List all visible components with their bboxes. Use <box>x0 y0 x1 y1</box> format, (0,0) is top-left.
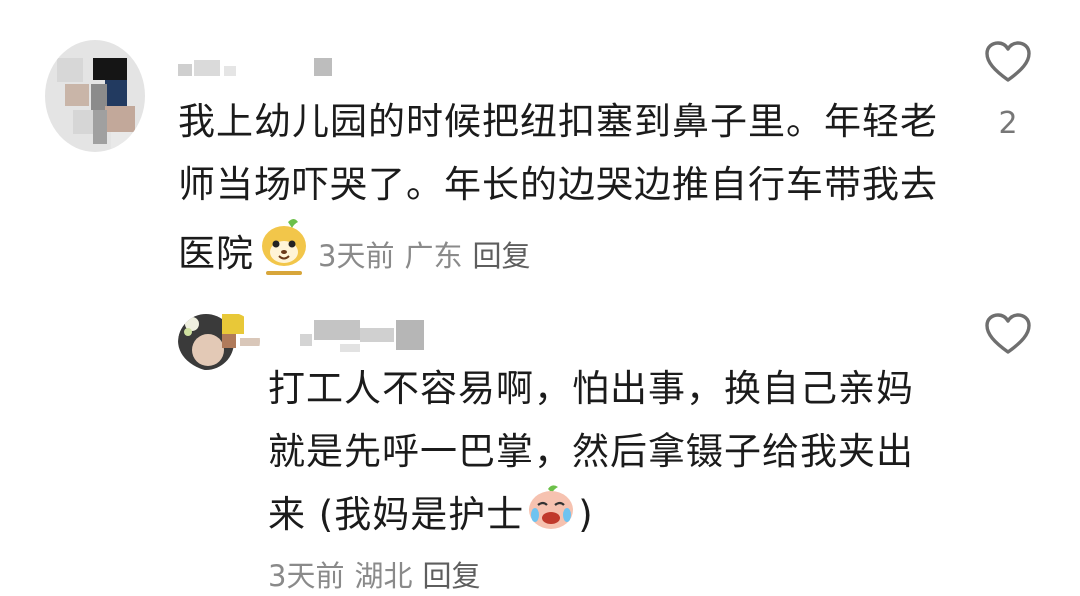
heart-outline-icon <box>985 313 1031 354</box>
crying-laugh-emoji <box>526 483 576 550</box>
blurred-avatar-icon <box>178 310 260 372</box>
reply-meta: 3天前 湖北 回复 <box>268 556 490 596</box>
heart-outline-icon <box>985 41 1031 82</box>
like-button[interactable] <box>978 312 1038 360</box>
like-count: 2 <box>998 106 1018 141</box>
comment-location: 广东 <box>404 239 463 273</box>
comment-text: 我上幼儿园的时候把纽扣塞到鼻子里。年轻老师当场吓哭了。年长的边哭边推自行车带我去… <box>178 90 938 295</box>
blurred-avatar-icon <box>45 40 145 152</box>
like-button[interactable]: 2 <box>978 40 1038 141</box>
comment-meta: 3天前 广东 回复 <box>318 239 540 273</box>
avatar[interactable] <box>178 310 260 372</box>
reply-button[interactable]: 回复 <box>422 559 480 593</box>
reply-time: 3天前 <box>268 559 345 593</box>
reply-location: 湖北 <box>354 559 413 593</box>
comment-time: 3天前 <box>318 239 395 273</box>
dog-smile-emoji <box>258 216 310 295</box>
avatar[interactable] <box>45 40 145 152</box>
reply-body-tail: ) <box>578 493 594 536</box>
reply-text: 打工人不容易啊，怕出事，换自己亲妈就是先呼一巴掌，然后拿镊子给我夹出来 (我妈是… <box>268 357 928 550</box>
reply-button[interactable]: 回复 <box>472 239 530 273</box>
username[interactable] <box>178 58 338 80</box>
username[interactable] <box>300 318 430 352</box>
